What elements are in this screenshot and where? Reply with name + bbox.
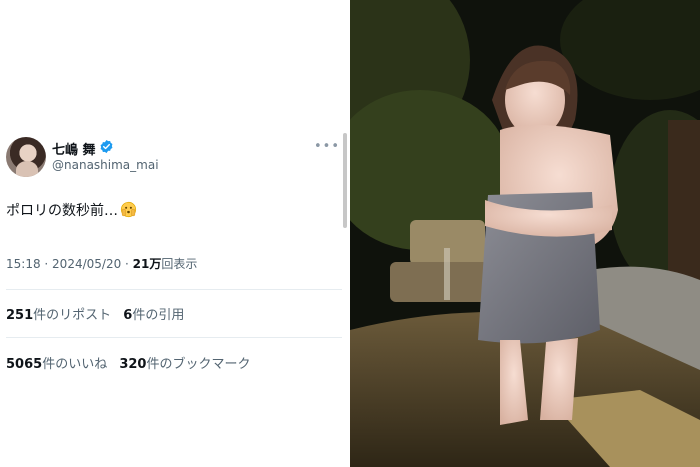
reposts-stat[interactable]: 251件のリポスト: [6, 304, 111, 323]
quotes-count: 6: [123, 308, 133, 323]
bookmarks-label: 件のブックマーク: [146, 357, 251, 372]
tweet-meta: 15:18 · 2024/05/20 · 21万回表示: [6, 255, 197, 272]
divider: [6, 289, 342, 290]
meta-separator: ·: [40, 257, 53, 271]
scrollbar[interactable]: [343, 133, 347, 228]
reposts-count: 251: [6, 308, 34, 323]
bookmarks-count: 320: [119, 357, 147, 372]
bookmarks-stat[interactable]: 320件のブックマーク: [119, 353, 250, 372]
likes-stat[interactable]: 5065件のいいね: [6, 353, 107, 372]
tweet-time[interactable]: 15:18: [6, 257, 41, 271]
views-count[interactable]: 21万: [133, 257, 162, 271]
avatar[interactable]: [6, 137, 46, 177]
attached-photo[interactable]: [350, 0, 700, 467]
verified-badge-icon: [100, 139, 113, 154]
tweet-author-row: 七嶋 舞 @nanashima_mai •••: [6, 137, 344, 177]
tweet-date[interactable]: 2024/05/20: [52, 257, 121, 271]
likes-label: 件のいいね: [42, 357, 108, 372]
repost-stats-row: 251件のリポスト 6件の引用: [6, 304, 192, 323]
reposts-label: 件のリポスト: [33, 308, 112, 323]
quotes-stat[interactable]: 6件の引用: [123, 304, 184, 323]
quotes-label: 件の引用: [132, 308, 185, 323]
likes-count: 5065: [6, 357, 43, 372]
divider: [6, 337, 342, 338]
peeking-face-emoji-icon: [120, 201, 137, 218]
meta-separator: ·: [121, 257, 133, 271]
display-name[interactable]: 七嶋 舞: [52, 139, 96, 158]
more-options-icon[interactable]: •••: [314, 139, 340, 154]
tweet-panel: 七嶋 舞 @nanashima_mai ••• ポロリの数秒前… 15:18 ·…: [0, 0, 350, 467]
engagement-stats-row: 5065件のいいね 320件のブックマーク: [6, 353, 259, 372]
tweet-text: ポロリの数秒前…: [6, 200, 137, 220]
hot-spring-photo: [350, 0, 700, 467]
views-label: 回表示: [161, 257, 198, 271]
tweet-body: ポロリの数秒前…: [6, 203, 118, 219]
user-handle[interactable]: @nanashima_mai: [52, 158, 159, 172]
